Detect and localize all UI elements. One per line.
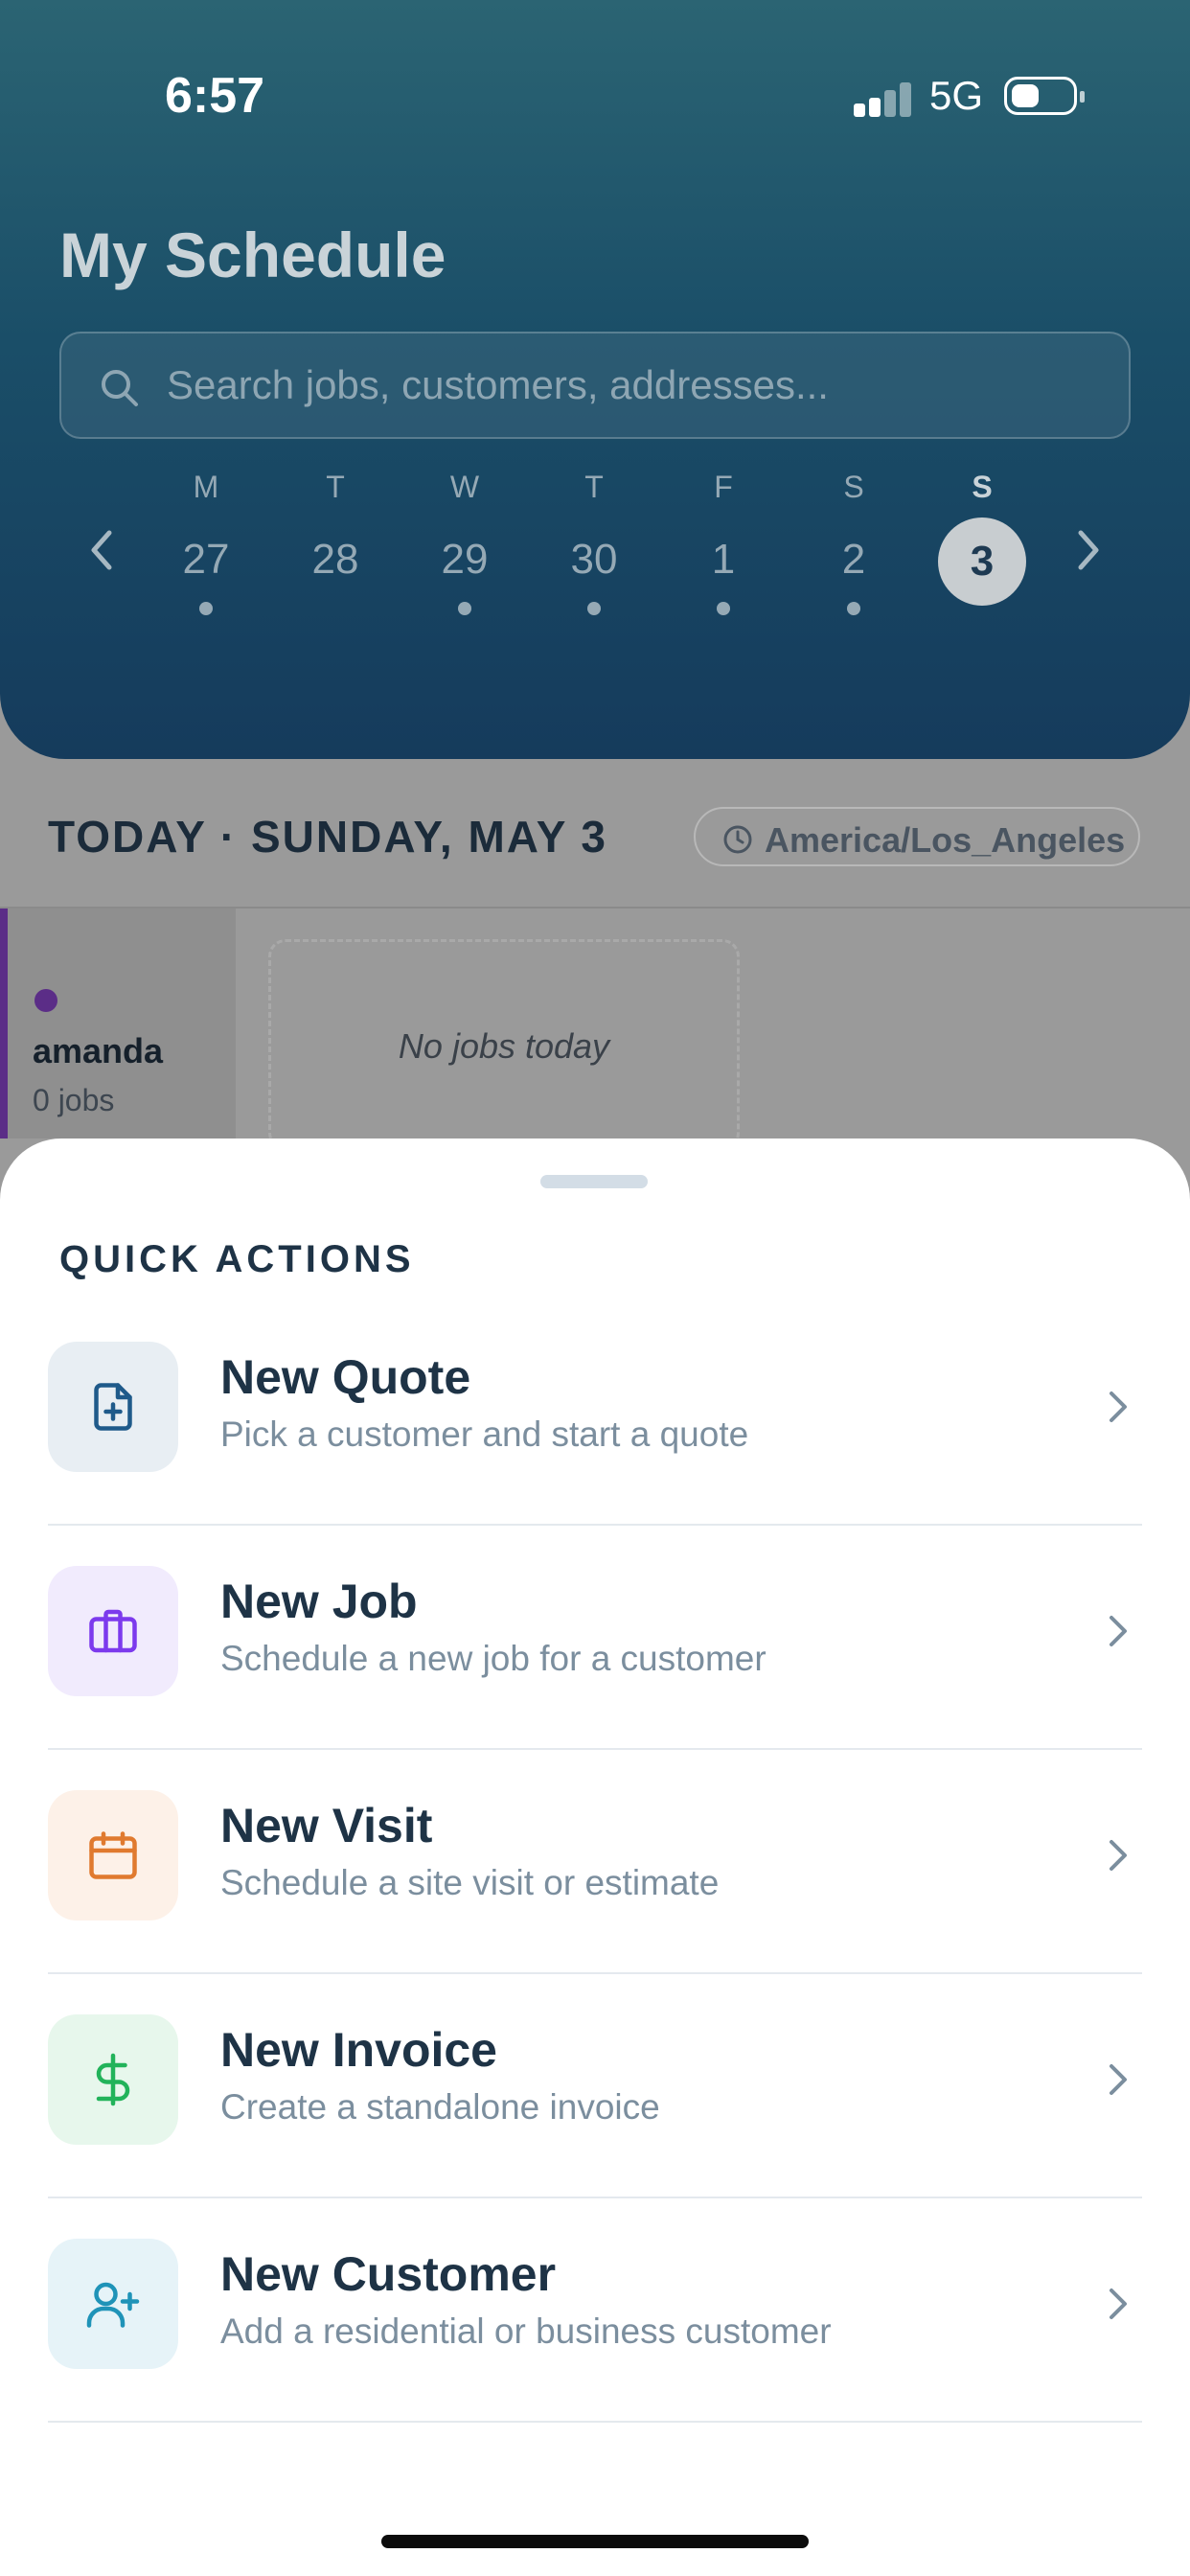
new-customer-action[interactable]: New Customer Add a residential or busine…	[48, 2198, 1142, 2423]
file-plus-icon	[48, 1342, 178, 1472]
job-dot	[199, 602, 213, 615]
technician-job-count: 0 jobs	[33, 1083, 115, 1117]
action-subtitle: Create a standalone invoice	[220, 2087, 660, 2127]
new-quote-action[interactable]: New Quote Pick a customer and start a qu…	[48, 1301, 1142, 1526]
empty-jobs-placeholder: No jobs today	[268, 939, 740, 1150]
status-time: 6:57	[165, 68, 265, 124]
action-title: New Customer	[220, 2247, 557, 2301]
quick-actions-title: QUICK ACTIONS	[59, 1238, 415, 1280]
sheet-grabber[interactable]	[540, 1175, 648, 1188]
timezone-badge[interactable]: America/Los_Angeles	[694, 807, 1140, 866]
job-dot	[847, 602, 860, 615]
day-item-selected[interactable]: S 3	[929, 470, 1035, 606]
chevron-right-icon	[1110, 2288, 1127, 2319]
week-strip: M 27 T 28 W 29 T 30 F 1 S 2 S 3	[0, 470, 1190, 642]
empty-state-text: No jobs today	[398, 1026, 610, 1066]
battery-icon	[1004, 77, 1085, 115]
technician-column[interactable]: amanda 0 jobs	[0, 908, 236, 1138]
clock-icon	[723, 825, 752, 854]
user-plus-icon	[48, 2239, 178, 2369]
briefcase-icon	[48, 1566, 178, 1696]
today-label: TODAY · SUNDAY, MAY 3	[48, 812, 608, 862]
action-title: New Invoice	[220, 2023, 497, 2077]
technician-name: amanda	[33, 1031, 164, 1070]
schedule-header: 6:57 5G My Schedule Search jobs, custome…	[0, 0, 1190, 759]
action-title: New Quote	[220, 1350, 471, 1404]
action-title: New Job	[220, 1575, 418, 1628]
action-subtitle: Schedule a site visit or estimate	[220, 1863, 720, 1902]
action-title: New Visit	[220, 1799, 433, 1852]
search-placeholder: Search jobs, customers, addresses...	[167, 362, 829, 407]
calendar-icon	[48, 1790, 178, 1920]
day-item[interactable]: F 1	[671, 470, 776, 615]
day-item[interactable]: W 29	[412, 470, 517, 615]
action-subtitle: Add a residential or business customer	[220, 2312, 832, 2351]
chevron-right-icon	[1110, 1840, 1127, 1871]
chevron-right-icon	[1110, 2064, 1127, 2095]
chevron-right-icon[interactable]	[1071, 525, 1106, 575]
timezone-label: America/Los_Angeles	[765, 820, 1126, 860]
chevron-right-icon	[1110, 1392, 1127, 1422]
job-dot	[458, 602, 471, 615]
action-subtitle: Pick a customer and start a quote	[220, 1414, 749, 1454]
home-indicator[interactable]	[381, 2535, 809, 2548]
new-invoice-action[interactable]: New Invoice Create a standalone invoice	[48, 1974, 1142, 2198]
today-bar: TODAY · SUNDAY, MAY 3 America/Los_Angele…	[0, 759, 1190, 908]
action-subtitle: Schedule a new job for a customer	[220, 1639, 767, 1678]
day-item[interactable]: T 30	[541, 470, 647, 615]
dollar-icon	[48, 2014, 178, 2145]
network-label: 5G	[929, 73, 984, 118]
page-title: My Schedule	[59, 219, 446, 290]
search-icon	[102, 370, 138, 406]
search-input[interactable]: Search jobs, customers, addresses...	[59, 332, 1131, 439]
day-item[interactable]: T 28	[283, 470, 388, 588]
job-dot	[717, 602, 730, 615]
job-dot	[587, 602, 601, 615]
quick-actions-sheet: QUICK ACTIONS New Quote Pick a customer …	[0, 1138, 1190, 2576]
signal-icon	[854, 82, 913, 117]
day-item[interactable]: S 2	[801, 470, 906, 615]
day-item[interactable]: M 27	[153, 470, 259, 615]
new-job-action[interactable]: New Job Schedule a new job for a custome…	[48, 1526, 1142, 1750]
chevron-right-icon	[1110, 1616, 1127, 1646]
technician-color-dot	[34, 989, 57, 1012]
new-visit-action[interactable]: New Visit Schedule a site visit or estim…	[48, 1750, 1142, 1974]
